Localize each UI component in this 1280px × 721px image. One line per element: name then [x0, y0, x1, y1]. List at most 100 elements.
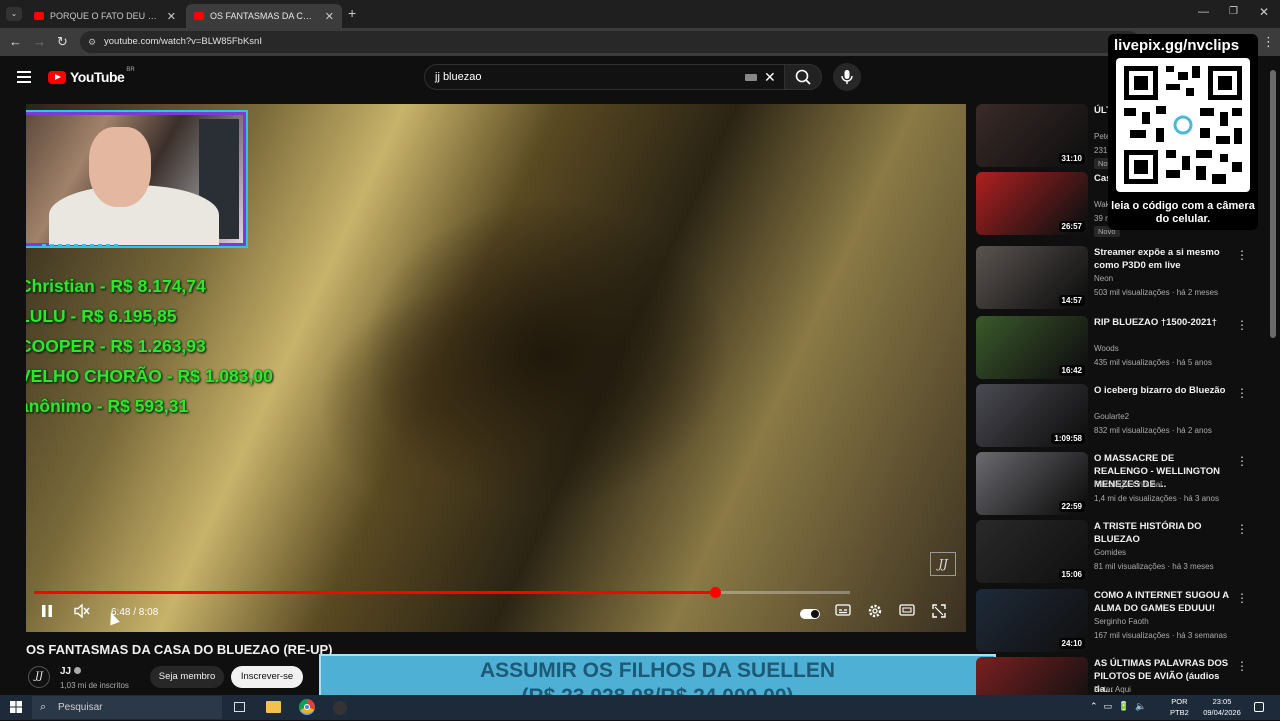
system-tray-icons[interactable]: ⌃▭🔋🔈 [1090, 701, 1152, 712]
autoplay-toggle[interactable] [800, 606, 820, 622]
settings-button[interactable] [867, 603, 883, 622]
progress-bar[interactable] [34, 587, 850, 598]
minimize-window-icon[interactable]: — [1198, 6, 1209, 18]
recommended-channel-name[interactable]: Gomides [1094, 548, 1126, 557]
video-thumbnail[interactable]: 15:06 [976, 520, 1088, 583]
theater-icon [899, 604, 915, 616]
recommended-video-meta: 1,4 mi de visualizações · há 3 anos [1094, 494, 1219, 503]
more-options-icon[interactable]: ⋮ [1236, 591, 1248, 605]
channel-name[interactable]: JJ [60, 666, 81, 677]
more-options-icon[interactable]: ⋮ [1236, 454, 1248, 468]
keyboard-icon[interactable] [745, 74, 757, 81]
recommended-channel-name[interactable]: Serginho Faoth [1094, 617, 1149, 626]
youtube-favicon-icon [34, 12, 44, 20]
progress-scrubber[interactable] [710, 587, 721, 598]
keyboard-layout: PTB2 [1170, 708, 1189, 717]
recommended-video[interactable]: 1:09:58 O iceberg bizarro do Bluezão Goula… [976, 384, 1266, 448]
video-thumbnail[interactable]: 31:10 [976, 104, 1088, 167]
youtube-logo[interactable]: YouTube BR [48, 67, 135, 85]
site-info-icon[interactable]: ⚙ [88, 31, 96, 53]
more-options-icon[interactable]: ⋮ [1236, 318, 1248, 332]
recommended-video-title[interactable]: COMO A INTERNET SUGOU A ALMA DO GAMES ED… [1094, 589, 1230, 615]
chrome-icon[interactable] [299, 699, 315, 715]
recommended-video[interactable]: 22:59 O MASSACRE DE REALENGO - WELLINGTON… [976, 452, 1266, 516]
channel-watermark[interactable]: JJ [930, 552, 956, 576]
video-thumbnail[interactable]: 24:10 [976, 589, 1088, 652]
more-options-icon[interactable]: ⋮ [1236, 386, 1248, 400]
recommended-video-title[interactable]: O iceberg bizarro do Bluezão [1094, 384, 1230, 397]
verified-icon [73, 667, 81, 674]
goal-title: ASSUMIR OS FILHOS DA SUELLEN [479, 659, 836, 682]
browser-menu-icon[interactable]: ⋮ [1262, 34, 1275, 50]
recommended-channel-name[interactable]: Peter Aqui [1094, 685, 1131, 694]
hamburger-menu-icon[interactable] [17, 71, 31, 83]
more-options-icon[interactable]: ⋮ [1236, 659, 1248, 673]
tab-previous-video[interactable]: PORQUE O FATO DEU QUERER... ✕ [26, 4, 184, 28]
task-view-icon[interactable] [234, 702, 245, 712]
video-thumbnail[interactable]: 22:59 [976, 452, 1088, 515]
page-scrollbar[interactable] [1270, 70, 1276, 690]
recommended-video[interactable]: 15:06 A TRISTE HISTÓRIA DO BLUEZAO Gomides… [976, 520, 1266, 584]
video-thumbnail[interactable]: 16:42 [976, 316, 1088, 379]
close-tab-icon[interactable]: ✕ [325, 10, 334, 23]
recommended-channel-name[interactable]: Woods [1094, 344, 1119, 353]
taskbar-search[interactable]: ⌕ Pesquisar [32, 696, 222, 719]
recommended-channel-name[interactable]: Neon [1094, 274, 1113, 283]
recommended-video-title[interactable]: Streamer expõe a si mesmo como P3D0 em l… [1094, 246, 1230, 272]
close-window-icon[interactable]: ✕ [1259, 5, 1269, 19]
search-icon [795, 69, 811, 85]
windows-start-icon[interactable] [10, 701, 22, 713]
channel-avatar[interactable]: JJ [28, 666, 50, 688]
donation-qr-overlay: livepix.gg/nvclips leia o código com a c… [1108, 34, 1258, 230]
file-explorer-icon[interactable] [266, 701, 281, 713]
address-bar[interactable]: ⚙ youtube.com/watch?v=BLW85FbKsnI [80, 31, 1140, 53]
browser-tab-bar: ⌄ PORQUE O FATO DEU QUERER... ✕ OS FANTA… [0, 0, 1280, 28]
voice-search-button[interactable] [833, 63, 861, 91]
pause-button[interactable] [40, 603, 54, 622]
recommended-video[interactable]: 24:10 COMO A INTERNET SUGOU A ALMA DO GAM… [976, 589, 1266, 653]
tab-current-video[interactable]: OS FANTASMAS DA CASA DO B... ✕ [186, 4, 342, 28]
input-language[interactable]: POR PTB2 [1170, 696, 1189, 718]
recommended-video-title[interactable]: A TRISTE HISTÓRIA DO BLUEZAO [1094, 520, 1230, 546]
youtube-play-icon [48, 70, 66, 84]
video-thumbnail[interactable]: 14:57 [976, 246, 1088, 309]
video-duration: 16:42 [1058, 365, 1085, 376]
notification-icon[interactable] [1254, 702, 1264, 712]
video-duration: 15:06 [1058, 569, 1085, 580]
obs-icon[interactable] [333, 701, 347, 715]
close-tab-icon[interactable]: ✕ [167, 10, 176, 23]
restore-window-icon[interactable]: ❐ [1229, 6, 1238, 17]
recommended-video[interactable]: 16:42 RIP BLUEZAO †1500-2021† Woods 435 mil… [976, 316, 1266, 380]
donor-entry: VELHO CHORÃO - R$ 1.083,00 [26, 366, 273, 386]
mute-button[interactable] [73, 603, 91, 622]
pause-icon [42, 605, 52, 617]
back-arrow-icon[interactable]: ← [9, 34, 22, 50]
channel-name-text: JJ [60, 666, 72, 677]
recommended-video-title[interactable]: RIP BLUEZAO †1500-2021† [1094, 316, 1230, 329]
new-tab-button[interactable]: + [348, 5, 356, 21]
video-player[interactable]: Christian - R$ 8.174,74 LULU - R$ 6.195,… [26, 104, 966, 632]
search-input[interactable]: jj bluezao ✕ [424, 64, 786, 90]
scrollbar-thumb[interactable] [1270, 70, 1276, 338]
fullscreen-button[interactable] [931, 603, 947, 622]
video-thumbnail[interactable]: 1:09:58 [976, 384, 1088, 447]
microphone-icon [841, 70, 853, 84]
recommended-channel-name[interactable]: Psicologia Criminal [1094, 480, 1162, 489]
system-clock[interactable]: 23:05 09/04/2026 [1200, 696, 1244, 718]
qr-caption: leia o código com a câmera do celular. [1111, 200, 1255, 225]
theater-mode-button[interactable] [899, 603, 915, 620]
subscribe-button[interactable]: Inscrever-se [231, 666, 303, 688]
subtitles-button[interactable] [835, 603, 851, 620]
more-options-icon[interactable]: ⋮ [1236, 248, 1248, 262]
recommended-video[interactable]: 14:57 Streamer expõe a si mesmo como P3D0… [976, 246, 1266, 310]
muted-volume-icon [74, 603, 90, 619]
reload-icon[interactable]: ↻ [57, 34, 68, 50]
tab-search-button[interactable]: ⌄ [6, 7, 22, 21]
more-options-icon[interactable]: ⋮ [1236, 522, 1248, 536]
forward-arrow-icon[interactable]: → [33, 34, 46, 50]
search-button[interactable] [784, 64, 822, 90]
recommended-channel-name[interactable]: Goularte2 [1094, 412, 1129, 421]
video-thumbnail[interactable]: 26:57 [976, 172, 1088, 235]
join-membership-button[interactable]: Seja membro [150, 666, 224, 688]
clear-search-icon[interactable]: ✕ [764, 65, 776, 89]
